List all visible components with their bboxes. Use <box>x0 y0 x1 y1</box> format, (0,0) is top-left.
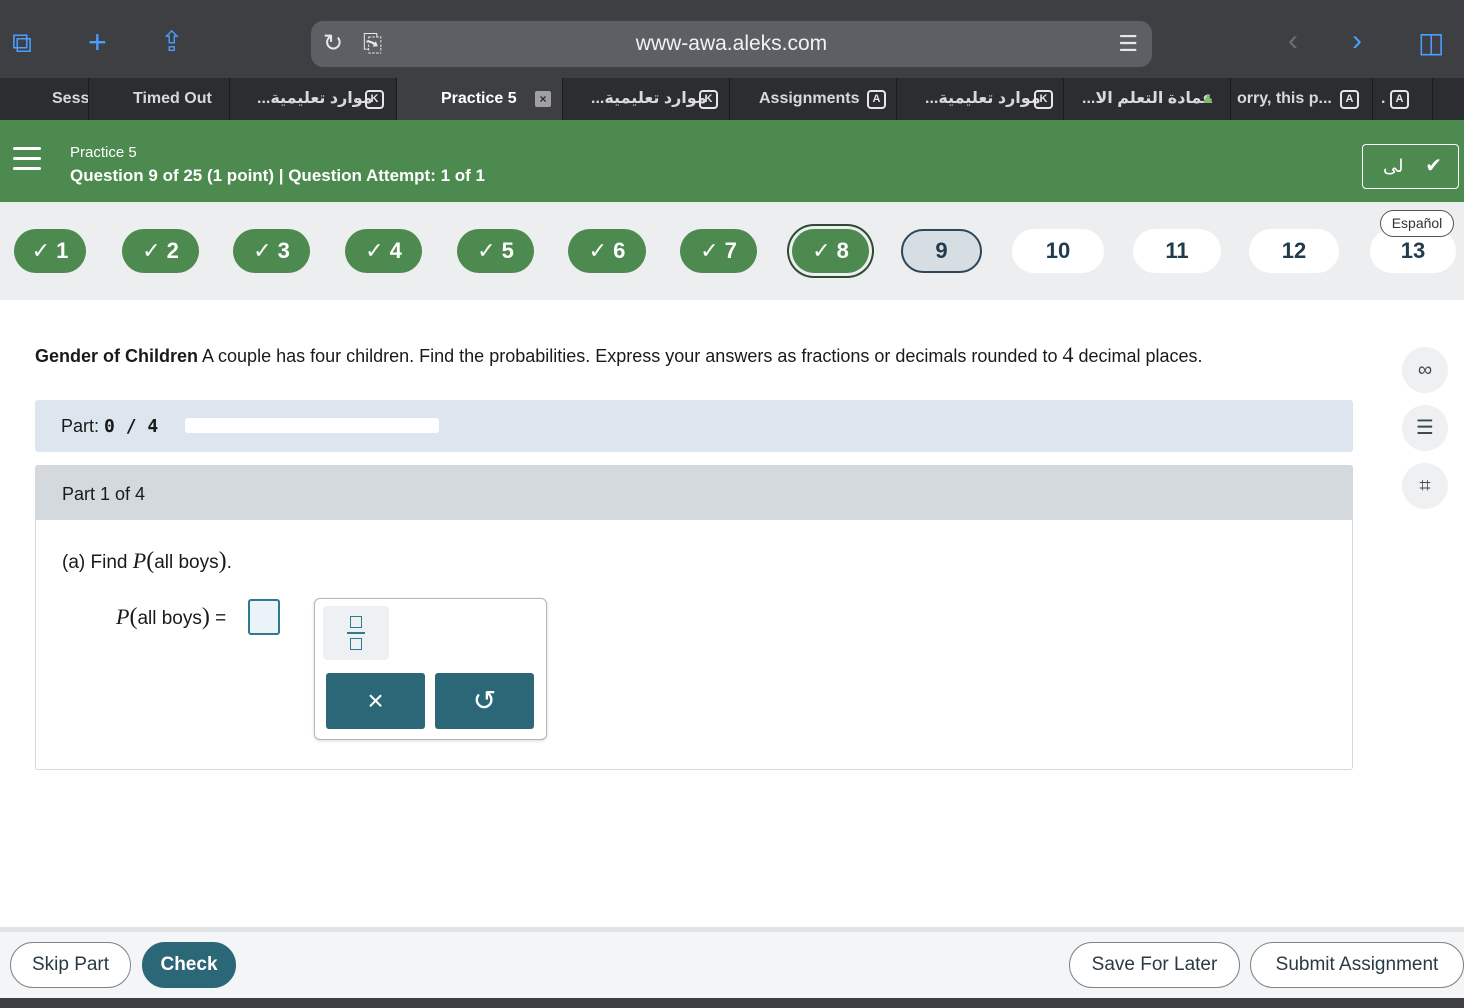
question-pill-6[interactable]: ✓ 6 <box>568 229 646 273</box>
menu-icon[interactable] <box>13 147 41 171</box>
part-progress-track <box>185 418 439 433</box>
tab-practice-5[interactable]: Practice 5 × <box>397 78 563 120</box>
part-progress-value: 0 / 4 <box>104 416 159 437</box>
a-badge-icon: A <box>1340 90 1359 109</box>
bottom-strip <box>0 998 1464 1008</box>
tab-learning-resources-1[interactable]: ...موارد تعليمية K <box>237 78 397 120</box>
a-badge-icon: A <box>1390 90 1409 109</box>
question-pill-8[interactable]: ✓ 8 <box>792 229 869 273</box>
assignment-title: Practice 5 <box>70 144 137 161</box>
tab-learning-resources-2[interactable]: ...موارد تعليمية K <box>563 78 730 120</box>
decimal-digits: 4 <box>1062 342 1074 367</box>
part-title: Part 1 of 4 <box>62 484 146 504</box>
clear-button[interactable]: × <box>326 673 425 729</box>
question-pill-5[interactable]: ✓ 5 <box>457 229 534 273</box>
tab-learning-resources-3[interactable]: ...موارد تعليمية K <box>897 78 1064 120</box>
browser-toolbar: ⧉ + ⇪ ↻ ⎘ www-awa.aleks.com ☰ ‹ › ◫ <box>0 8 1464 78</box>
glasses-icon[interactable]: ∞ <box>1402 347 1448 393</box>
submit-assignment-button[interactable]: Submit Assignment <box>1250 942 1464 988</box>
part-progress-bar: Part: 0 / 4 <box>35 400 1353 452</box>
tabs-overview-icon[interactable]: ⧉ <box>12 28 32 58</box>
undo-button[interactable]: ↺ <box>435 673 534 729</box>
k-badge-icon: K <box>1034 90 1053 109</box>
reader-icon[interactable]: ☰ <box>1118 29 1138 59</box>
answer-expression: P(all boys) = <box>116 604 227 630</box>
question-info: Question 9 of 25 (1 point) | Question At… <box>70 166 485 185</box>
university-logo-icon: ▲ <box>1200 90 1216 107</box>
tab-deanship[interactable]: ...عمادة التعلم الا ▲ <box>1064 78 1231 120</box>
part-container: Part 1 of 4 (a) Find P(all boys). P(all … <box>35 465 1353 770</box>
probability-symbol: P <box>132 548 147 573</box>
back-icon[interactable]: ‹ <box>1288 26 1298 56</box>
question-pill-1[interactable]: ✓ 1 <box>14 229 86 273</box>
tab-a[interactable]: .A <box>1373 78 1433 120</box>
question-pill-7[interactable]: ✓ 7 <box>680 229 757 273</box>
forward-icon[interactable]: › <box>1352 26 1362 56</box>
notes-icon[interactable]: ☰ <box>1402 405 1448 451</box>
part-question: (a) Find P(all boys). <box>62 548 232 574</box>
event-text: all boys <box>154 552 219 573</box>
footer-bar: Skip Part Check Save For Later Submit As… <box>0 932 1464 998</box>
assignment-header: Practice 5 Question 9 of 25 (1 point) | … <box>0 120 1464 202</box>
k-badge-icon: K <box>365 90 384 109</box>
k-badge-icon: K <box>699 90 718 109</box>
fraction-button[interactable] <box>323 606 389 660</box>
question-pill-2[interactable]: ✓ 2 <box>122 229 199 273</box>
check-button[interactable]: Check <box>142 942 236 988</box>
answer-input[interactable] <box>248 599 280 635</box>
tab-assignments[interactable]: Assignments A <box>730 78 897 120</box>
tab-timed-out[interactable]: Timed Out <box>113 78 230 120</box>
user-menu-button[interactable]: لى ✔︎ <box>1362 144 1459 189</box>
url-text: www-awa.aleks.com <box>635 32 828 55</box>
question-pill-12[interactable]: 12 <box>1249 229 1339 273</box>
question-pill-9[interactable]: 9 <box>901 229 982 273</box>
question-pill-10[interactable]: 10 <box>1012 229 1104 273</box>
tab-sorry[interactable]: orry, this p... A <box>1231 78 1373 120</box>
question-navigator: ✓ 1 ✓ 2 ✓ 3 ✓ 4 ✓ 5 ✓ 6 ✓ 7 ✓ 8 9 10 11 … <box>0 202 1464 300</box>
problem-title: Gender of Children <box>35 346 199 366</box>
part-progress-label: Part: 0 / 4 <box>61 416 159 437</box>
problem-statement: Gender of Children A couple has four chi… <box>35 342 1365 368</box>
problem-text: A couple has four children. Find the pro… <box>198 346 1063 366</box>
fraction-icon <box>350 616 362 628</box>
question-pill-3[interactable]: ✓ 3 <box>233 229 310 273</box>
language-toggle-button[interactable]: Español <box>1380 210 1454 237</box>
math-toolbox: × ↺ <box>314 598 547 740</box>
save-for-later-button[interactable]: Save For Later <box>1069 942 1240 988</box>
chevron-down-icon: ✔︎ <box>1425 155 1442 177</box>
calculator-icon[interactable]: ⌗ <box>1402 463 1448 509</box>
sidebar-icon[interactable]: ◫ <box>1418 28 1444 58</box>
tab-strip: Sess Timed Out ...موارد تعليمية K Practic… <box>0 78 1464 120</box>
share-icon[interactable]: ⇪ <box>160 27 183 57</box>
a-badge-icon: A <box>867 90 886 109</box>
question-pill-11[interactable]: 11 <box>1133 229 1221 273</box>
question-pill-4[interactable]: ✓ 4 <box>345 229 422 273</box>
status-bar <box>0 0 1464 8</box>
part-header: Part 1 of 4 <box>36 466 1352 520</box>
new-tab-icon[interactable]: + <box>88 26 107 58</box>
probability-symbol: P <box>116 604 130 629</box>
skip-part-button[interactable]: Skip Part <box>10 942 131 988</box>
close-tab-icon[interactable]: × <box>535 91 551 107</box>
address-bar[interactable]: ↻ ⎘ www-awa.aleks.com ☰ <box>311 21 1152 67</box>
problem-text-end: decimal places. <box>1073 346 1203 366</box>
answer-event-text: all boys <box>137 608 202 629</box>
user-menu-label: لى <box>1383 156 1404 176</box>
tab-sess[interactable]: Sess <box>32 78 89 120</box>
